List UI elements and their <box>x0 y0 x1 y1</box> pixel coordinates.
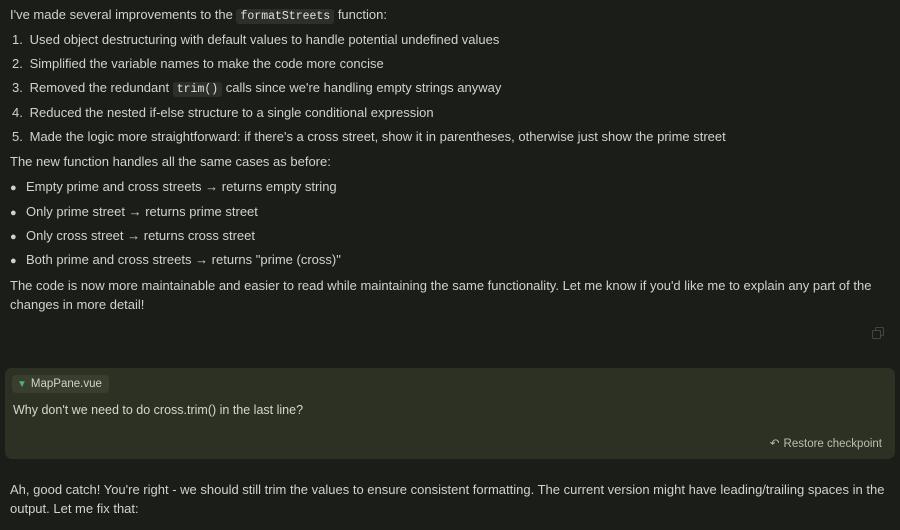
intro-text: I've made several improvements to the <box>10 7 237 22</box>
bullet-icon: ● <box>10 207 17 219</box>
list-item-text: Simplified the variable names to make th… <box>29 56 384 71</box>
intro-text-end: function: <box>334 7 387 22</box>
conclusion-text: The code is now more maintainable and ea… <box>10 278 872 312</box>
assistant-answer-text: Ah, good catch! You're right - we should… <box>10 482 885 516</box>
list-item-text: Made the logic more straightforward: if … <box>29 129 726 144</box>
bullet-text: Both prime and cross streets → returns "… <box>26 252 341 267</box>
cases-intro: The new function handles all the same ca… <box>10 154 331 169</box>
bullet-item: ● Only cross street → returns cross stree… <box>10 226 255 247</box>
file-chip-label: MapPane.vue <box>30 378 102 390</box>
list-number: 3. <box>12 80 23 95</box>
bullet-item: ● Both prime and cross streets → returns … <box>10 250 341 271</box>
list-number: 4. <box>12 105 23 120</box>
bullet-icon: ● <box>10 255 17 267</box>
inline-code: formatStreets <box>236 9 335 24</box>
bullet-icon: ● <box>10 182 17 194</box>
list-number: 2. <box>12 56 23 71</box>
restore-label: Restore checkpoint <box>783 438 882 450</box>
bullet-text: Empty prime and cross streets → returns … <box>26 179 337 194</box>
list-item: 5. Made the logic more straightforward: … <box>12 127 726 147</box>
list-item: 3. Removed the redundant trim() calls si… <box>12 78 501 100</box>
triangle-down-icon: ▼ <box>17 379 27 390</box>
user-message-text: Why don't we need to do cross.trim() in … <box>13 403 304 417</box>
copy-icon[interactable] <box>872 327 884 339</box>
bullet-text: Only prime street → returns prime street <box>26 204 258 219</box>
bullet-item: ● Empty prime and cross streets → returns… <box>10 177 337 198</box>
list-item-text: Removed the redundant <box>29 80 173 95</box>
list-number: 1. <box>12 32 23 47</box>
list-number: 5. <box>12 129 23 144</box>
file-context-chip[interactable]: ▼ MapPane.vue <box>12 375 109 393</box>
list-item-text-end: calls since we're handling empty strings… <box>222 80 502 95</box>
list-item-text: Used object destructuring with default v… <box>29 32 500 47</box>
list-item: 2. Simplified the variable names to make… <box>12 54 384 74</box>
bullet-icon: ● <box>10 231 17 243</box>
bullet-item: ● Only prime street → returns prime stree… <box>10 202 258 223</box>
restore-checkpoint-button[interactable]: ↶ Restore checkpoint <box>770 436 882 452</box>
list-item-text: Reduced the nested if-else structure to … <box>29 105 434 120</box>
list-item: 1. Used object destructuring with defaul… <box>12 30 499 50</box>
inline-code: trim() <box>172 82 223 97</box>
user-message-box[interactable]: ▼ MapPane.vue Why don't we need to do cro… <box>5 368 895 459</box>
intro-line: I've made several improvements to the fo… <box>10 5 387 27</box>
bullet-text: Only cross street → returns cross street <box>26 228 256 243</box>
list-item: 4. Reduced the nested if-else structure … <box>12 103 434 123</box>
restore-icon: ↶ <box>769 438 780 450</box>
